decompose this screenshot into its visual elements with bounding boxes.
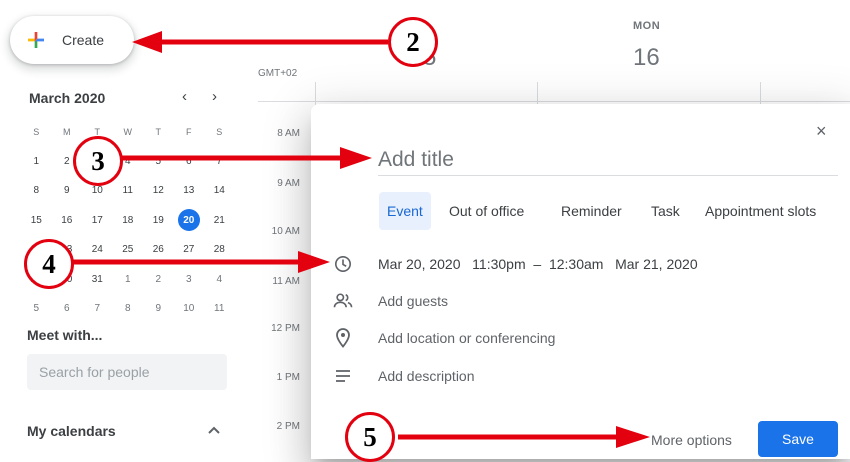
annotation-arrowhead-2 <box>132 31 162 53</box>
annotation-callout-4: 4 <box>24 239 74 289</box>
annotation-arrowhead-4 <box>298 251 330 273</box>
annotation-callout-5: 5 <box>345 412 395 462</box>
annotation-arrows <box>66 31 650 448</box>
annotation-callout-2: 2 <box>388 17 438 67</box>
annotation-arrowhead-3 <box>340 147 372 169</box>
annotation-arrowhead-5 <box>616 426 650 448</box>
annotation-callout-3: 3 <box>73 136 123 186</box>
